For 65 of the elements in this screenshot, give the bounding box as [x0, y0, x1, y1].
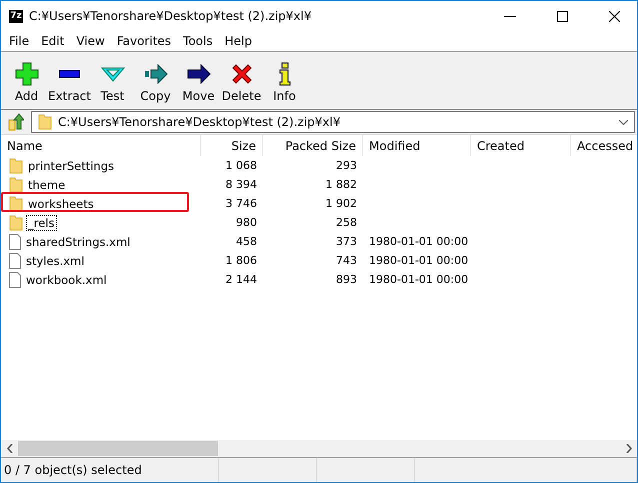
size-cell-text: 3 746 [224, 196, 258, 212]
column-header[interactable]: Accessed [571, 135, 638, 156]
modified-cell-text: 1980-01-01 00:00 [368, 272, 470, 288]
packed-size-cell-text: 293 [335, 158, 358, 174]
file-name[interactable]: sharedStrings.xml [25, 234, 132, 248]
packed-size-cell-text: 893 [335, 272, 358, 288]
file-icon [9, 252, 21, 268]
folder-up-arrow-icon [8, 113, 24, 131]
column-header[interactable]: Name [1, 135, 201, 156]
status-text: 0 / 7 object(s) selected [1, 458, 219, 482]
size-cell-text: 1 806 [224, 253, 258, 269]
modified-cell-text: 1980-01-01 00:00 [368, 234, 470, 250]
size-cell-text: 458 [235, 234, 258, 250]
column-header[interactable]: Modified [363, 135, 471, 156]
arrow-right-icon [186, 62, 210, 86]
packed-size-cell-text: 1 902 [324, 196, 358, 212]
file-name[interactable]: worksheets [27, 196, 95, 210]
close-icon [608, 10, 620, 22]
file-name[interactable]: printerSettings [27, 158, 115, 172]
toolbar-button[interactable]: Copy [134, 62, 177, 103]
delete-icon [230, 62, 254, 86]
folder-icon [38, 114, 52, 130]
app-logo: 7z [9, 10, 23, 22]
menu-item[interactable]: Help [218, 34, 258, 48]
menu-item[interactable]: View [70, 34, 111, 48]
packed-size-cell-text: 743 [335, 253, 358, 269]
size-cell-text: 8 394 [224, 177, 258, 193]
size-cell-text: 1 068 [224, 158, 258, 174]
scrollbar-thumb[interactable] [18, 441, 218, 456]
folder-icon [9, 196, 23, 212]
folder-icon [9, 176, 23, 192]
maximize-icon [556, 10, 568, 22]
window-title: C:¥Users¥Tenorshare¥Desktop¥test (2).zip¥xl¥ [29, 9, 312, 23]
toolbar-button[interactable]: Extract [48, 62, 91, 103]
packed-size-cell-text: 373 [335, 234, 358, 250]
toolbar-button[interactable]: Add [5, 62, 48, 103]
plus-icon [14, 62, 38, 86]
minus-icon [59, 70, 80, 78]
packed-size-cell-text: 1 882 [324, 177, 358, 193]
menu-item[interactable]: File [3, 34, 36, 48]
menu-item[interactable]: Favorites [110, 34, 178, 48]
toolbar-button[interactable]: Info [263, 62, 306, 103]
size-cell-text: 2 144 [224, 272, 258, 288]
size-cell-text: 980 [235, 215, 258, 231]
file-name[interactable]: styles.xml [25, 254, 86, 268]
column-header[interactable]: Size [201, 135, 263, 156]
address-field[interactable]: C:¥Users¥Tenorshare¥Desktop¥test (2).zip¥xl¥ [31, 111, 635, 133]
menu-item[interactable]: Edit [35, 34, 70, 48]
folder-icon [9, 158, 23, 174]
file-name[interactable]: workbook.xml [25, 272, 108, 286]
packed-size-cell-text: 258 [335, 215, 358, 231]
folder-icon [9, 214, 23, 230]
file-name[interactable]: theme [27, 178, 66, 192]
dropdown-icon [619, 120, 628, 124]
modified-cell-text: 1980-01-01 00:00 [368, 253, 470, 269]
menu-item[interactable]: Tools [177, 34, 219, 48]
toolbar-button[interactable]: Delete [220, 62, 263, 103]
toolbar-button[interactable]: Move [177, 62, 220, 103]
file-icon [9, 234, 21, 250]
arrow-right-icon [144, 62, 168, 86]
toolbar-button[interactable]: Test [91, 62, 134, 103]
file-icon [9, 272, 21, 288]
file-name[interactable]: _rels [27, 216, 56, 230]
column-header[interactable]: Created [471, 135, 571, 156]
column-header[interactable]: Packed Size [263, 135, 363, 156]
